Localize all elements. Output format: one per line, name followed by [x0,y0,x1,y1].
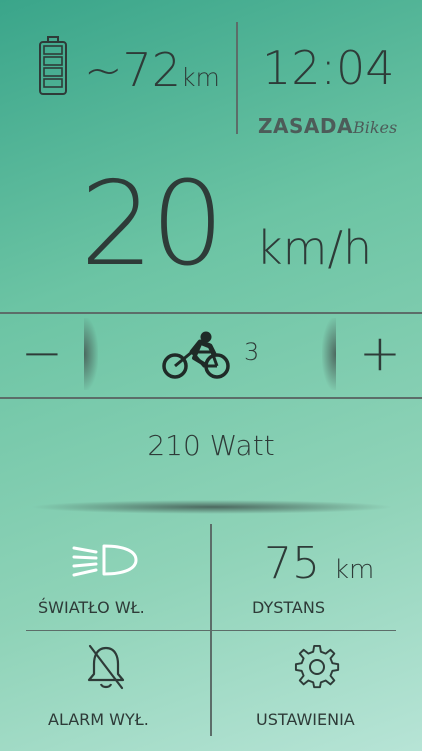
light-tile[interactable]: ŚWIATŁO WŁ. [0,524,210,630]
distance-unit: km [334,555,375,585]
headlight-icon [72,544,138,577]
cyclist-icon [162,331,230,379]
status-divider [236,22,238,134]
assist-right-separator [322,318,336,390]
range-value: ~72 [84,43,182,97]
brand-name: ZASADA [258,114,353,138]
speed-unit: km/h [256,221,373,275]
power-readout: 210 Watt [147,429,275,462]
section-shadow-divider [30,500,394,514]
assist-top-divider [0,312,422,314]
assist-bottom-divider [0,397,422,399]
assist-decrease-button[interactable]: − [18,328,66,378]
distance-readout: 75 km [264,538,374,596]
bell-off-icon [87,644,125,690]
grid-horizontal-divider [26,630,396,631]
distance-label: DYSTANS [252,598,325,617]
range-unit: km [181,63,220,92]
gear-icon [294,644,340,689]
settings-label: USTAWIENIA [256,710,355,729]
speed-value: 20 [80,157,225,292]
range-readout: ~72km [84,44,220,104]
light-label: ŚWIATŁO WŁ. [38,598,145,617]
alarm-tile[interactable]: ALARM WYŁ. [0,632,210,744]
settings-tile[interactable]: USTAWIENIA [212,632,422,744]
battery-icon [39,36,67,95]
clock: 12:04 [262,41,395,95]
alarm-label: ALARM WYŁ. [48,710,149,729]
brand-script: Bikes [352,118,398,137]
distance-value: 75 [264,538,320,589]
assist-increase-button[interactable]: + [356,328,404,378]
brand-logo: ZASADABikes [258,114,397,140]
assist-level: 3 [244,338,260,366]
distance-tile[interactable]: 75 km DYSTANS [212,524,422,630]
assist-left-separator [84,318,98,390]
